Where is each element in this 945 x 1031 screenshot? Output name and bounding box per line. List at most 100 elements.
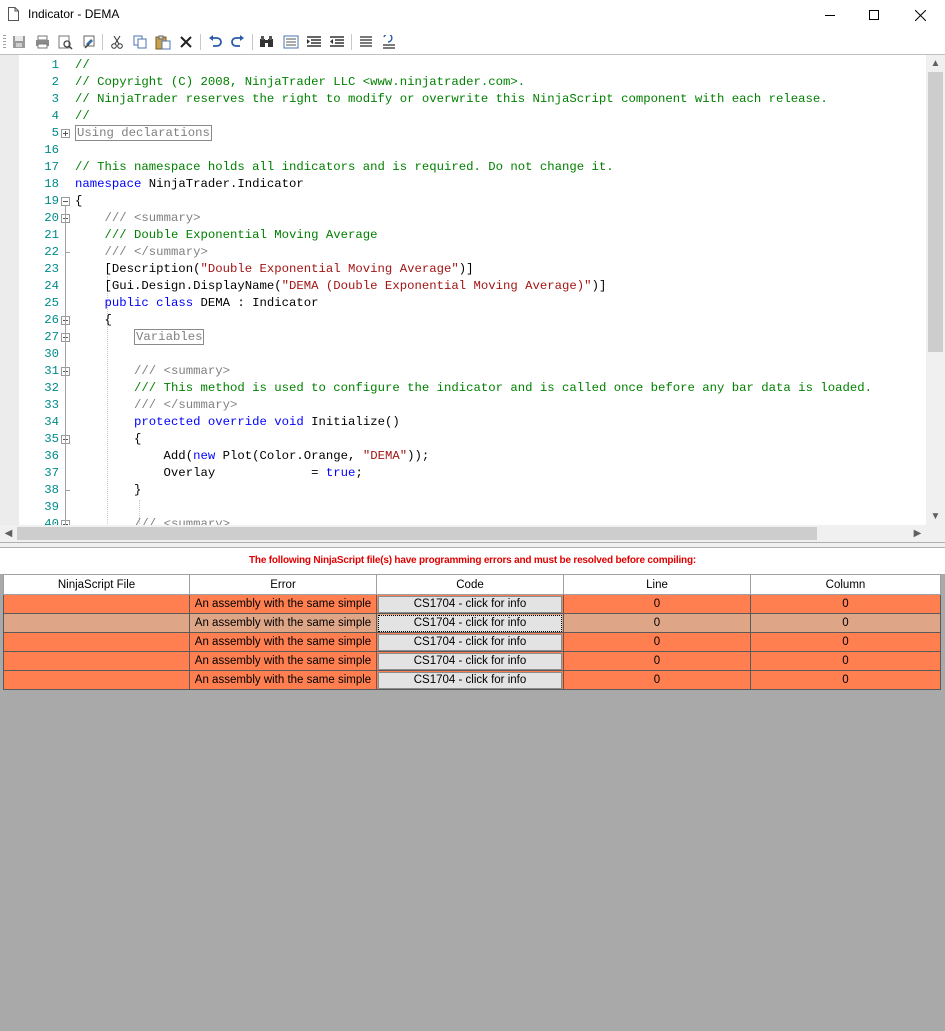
cell-error[interactable]: An assembly with the same simple [189,632,377,652]
code-text[interactable]: // NinjaTrader reserves the right to mod… [75,91,828,108]
column-header-error[interactable]: Error [189,574,377,595]
code-line[interactable]: 36 Add(new Plot(Color.Orange, "DEMA")); [19,448,926,465]
code-line[interactable]: 27 Variables [19,329,926,346]
code-text[interactable]: public class DEMA : Indicator [75,295,319,312]
cell-file[interactable] [3,651,190,671]
scroll-down-icon[interactable]: ▼ [927,508,944,525]
code-line[interactable]: 5 Using declarations [19,125,926,142]
code-text[interactable]: // This namespace holds all indicators a… [75,159,614,176]
find-button[interactable] [258,33,276,51]
code-text[interactable]: [Gui.Design.DisplayName("DEMA (Double Ex… [75,278,607,295]
code-text[interactable]: // Copyright (C) 2008, NinjaTrader LLC <… [75,74,525,91]
code-line[interactable]: 24 [Gui.Design.DisplayName("DEMA (Double… [19,278,926,295]
code-line[interactable]: 35 { [19,431,926,448]
code-line[interactable]: 39 [19,499,926,516]
error-row[interactable]: An assembly with the same simple CS1704 -… [3,594,941,614]
code-text[interactable]: { [75,431,141,448]
error-row[interactable]: An assembly with the same simple CS1704 -… [3,632,941,652]
collapsed-region[interactable]: Variables [134,329,205,345]
column-header-line[interactable]: Line [563,574,751,595]
code-text[interactable]: // [75,57,90,74]
undo-button[interactable] [206,33,224,51]
code-line[interactable]: 37 Overlay = true; [19,465,926,482]
uncomment-button[interactable] [328,33,346,51]
cell-line[interactable]: 0 [563,594,751,614]
cell-error[interactable]: An assembly with the same simple [189,670,377,690]
code-line[interactable]: 31 /// <summary> [19,363,926,380]
code-line[interactable]: 38 } [19,482,926,499]
code-editor[interactable]: 1 // 2 // Copyright (C) 2008, NinjaTrader L… [0,54,945,542]
error-row[interactable]: An assembly with the same simple CS1704 -… [3,651,941,671]
cell-column[interactable]: 0 [750,632,941,652]
code-line[interactable]: 16 [19,142,926,159]
code-text[interactable]: } [75,482,141,499]
cell-file[interactable] [3,632,190,652]
cell-column[interactable]: 0 [750,670,941,690]
cell-line[interactable]: 0 [563,651,751,671]
cell-file[interactable] [3,594,190,614]
code-line[interactable]: 19 { [19,193,926,210]
collapsed-region[interactable]: Using declarations [75,125,212,141]
cell-error[interactable]: An assembly with the same simple [189,613,377,633]
code-line[interactable]: 23 [Description("Double Exponential Movi… [19,261,926,278]
error-code-info-button[interactable]: CS1704 - click for info [378,652,562,670]
close-button[interactable] [897,0,943,30]
comment-button[interactable] [305,33,323,51]
code-text[interactable]: /// <summary> [75,210,201,227]
vertical-scrollbar[interactable]: ▲ ▼ [926,55,945,525]
scroll-left-icon[interactable]: ◀ [0,525,17,542]
error-row[interactable]: An assembly with the same simple CS1704 -… [3,670,941,690]
code-text[interactable]: /// Double Exponential Moving Average [75,227,378,244]
column-header-column[interactable]: Column [750,574,941,595]
code-text[interactable]: Overlay = true; [75,465,363,482]
code-text[interactable]: [Description("Double Exponential Moving … [75,261,474,278]
save-button[interactable] [10,33,28,51]
code-text[interactable]: protected override void Initialize() [75,414,400,431]
paste-button[interactable] [154,33,172,51]
code-line[interactable]: 40 /// <summary> [19,516,926,525]
maximize-button[interactable] [851,0,897,30]
redo-button[interactable] [229,33,247,51]
code-text[interactable]: namespace NinjaTrader.Indicator [75,176,304,193]
scroll-up-icon[interactable]: ▲ [927,55,944,72]
horizontal-scrollbar[interactable]: ◀ ▶ [0,525,926,542]
code-text[interactable]: { [75,193,82,210]
code-text[interactable]: /// </summary> [75,244,208,261]
code-line[interactable]: 4 // [19,108,926,125]
code-line[interactable]: 18 namespace NinjaTrader.Indicator [19,176,926,193]
minimize-button[interactable] [807,0,853,30]
error-code-info-button[interactable]: CS1704 - click for info [378,614,562,632]
code-text[interactable]: /// <summary> [75,516,230,525]
column-header-code[interactable]: Code [376,574,564,595]
code-text[interactable]: Add(new Plot(Color.Orange, "DEMA")); [75,448,430,465]
code-text[interactable]: Variables [75,329,205,346]
code-line[interactable]: 17 // This namespace holds all indicators… [19,159,926,176]
code-text[interactable]: /// This method is used to configure the… [75,380,872,397]
horizontal-scroll-thumb[interactable] [17,527,817,540]
code-line[interactable]: 33 /// </summary> [19,397,926,414]
code-text[interactable]: { [75,312,112,329]
cell-error[interactable]: An assembly with the same simple [189,594,377,614]
outdent-button[interactable] [380,33,398,51]
code-line[interactable]: 22 /// </summary> [19,244,926,261]
scroll-right-icon[interactable]: ▶ [909,525,926,542]
toolbar-grip[interactable] [3,35,6,49]
code-line[interactable]: 2 // Copyright (C) 2008, NinjaTrader LLC … [19,74,926,91]
code-line[interactable]: 32 /// This method is used to configure … [19,380,926,397]
error-row[interactable]: An assembly with the same simple CS1704 -… [3,613,941,633]
cell-line[interactable]: 0 [563,613,751,633]
error-code-info-button[interactable]: CS1704 - click for info [378,671,562,689]
code-line[interactable]: 25 public class DEMA : Indicator [19,295,926,312]
code-text[interactable]: /// <summary> [75,363,230,380]
cell-column[interactable]: 0 [750,651,941,671]
error-code-info-button[interactable]: CS1704 - click for info [378,633,562,651]
code-line[interactable]: 3 // NinjaTrader reserves the right to mo… [19,91,926,108]
code-line[interactable]: 1 // [19,57,926,74]
error-code-info-button[interactable]: CS1704 - click for info [378,595,562,613]
delete-button[interactable] [177,33,195,51]
expand-region-icon[interactable] [61,129,70,138]
cell-error[interactable]: An assembly with the same simple [189,651,377,671]
cell-file[interactable] [3,670,190,690]
column-header-file[interactable]: NinjaScript File [3,574,190,595]
cut-button[interactable] [108,33,126,51]
